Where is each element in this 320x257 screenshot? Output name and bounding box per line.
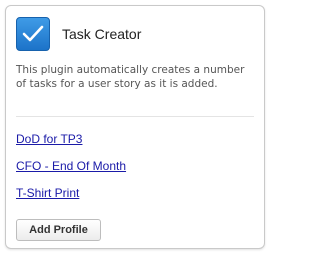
profile-link-cfo-end-of-month[interactable]: CFO - End Of Month bbox=[16, 159, 126, 173]
add-profile-button[interactable]: Add Profile bbox=[16, 219, 101, 241]
plugin-description: This plugin automatically creates a numb… bbox=[16, 64, 245, 90]
plugin-header: Task Creator bbox=[16, 17, 141, 51]
profile-item: CFO - End Of Month bbox=[16, 157, 126, 175]
profile-item: T-Shirt Print bbox=[16, 184, 126, 202]
divider bbox=[16, 116, 254, 117]
profile-item: DoD for TP3 bbox=[16, 130, 126, 148]
profile-list: DoD for TP3 CFO - End Of Month T-Shirt P… bbox=[16, 130, 126, 211]
plugin-card: Task Creator This plugin automatically c… bbox=[5, 5, 265, 249]
plugin-title: Task Creator bbox=[62, 26, 142, 42]
profile-link-dod-for-tp3[interactable]: DoD for TP3 bbox=[16, 132, 82, 146]
profile-link-t-shirt-print[interactable]: T-Shirt Print bbox=[16, 186, 79, 200]
checkmark-icon bbox=[16, 17, 50, 51]
